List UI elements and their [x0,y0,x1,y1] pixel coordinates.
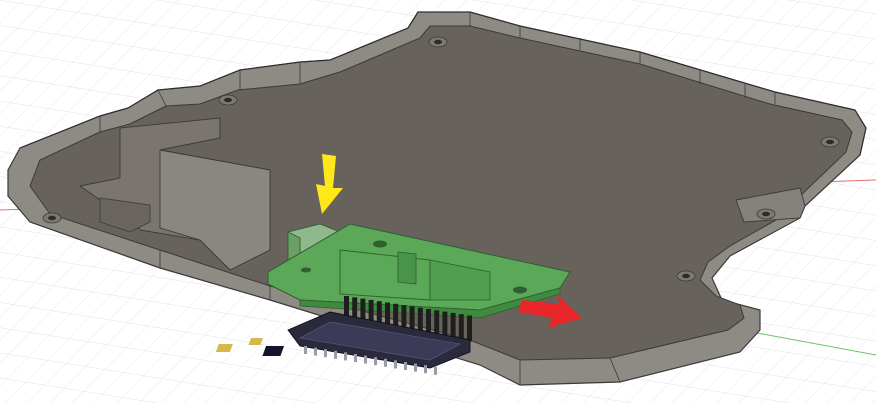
mount-hole-right-mid [756,208,776,220]
board-pin [404,362,407,370]
board-pin [374,357,377,366]
mount-hole-top [428,36,448,48]
mount-hole-right [820,136,840,148]
board-pin [434,366,437,375]
cad-viewport[interactable] [0,0,876,403]
board-pin [364,355,367,364]
header-pin [450,312,456,339]
board-pin [304,346,307,354]
board-pin [334,350,337,359]
board-pin [354,354,357,362]
board-pin [384,358,387,367]
mount-hole-left-lower [42,212,62,224]
scene-canvas[interactable] [0,0,876,403]
board-pin [414,363,417,372]
pcb-bracket-slot [397,251,417,285]
header-pin [467,315,472,342]
header-pin [434,310,440,337]
board-pin [314,347,317,356]
board-pin [424,365,427,374]
chip-secondary [248,338,263,345]
chip-primary [215,344,233,352]
board-pin [344,352,347,361]
board-ic [262,346,285,356]
header-pin [458,314,464,341]
mount-hole-right-lower [676,270,696,282]
board-pin [324,349,327,358]
mount-hole-left-upper [218,94,238,106]
header-pin [442,311,448,338]
board-pin [394,360,397,369]
